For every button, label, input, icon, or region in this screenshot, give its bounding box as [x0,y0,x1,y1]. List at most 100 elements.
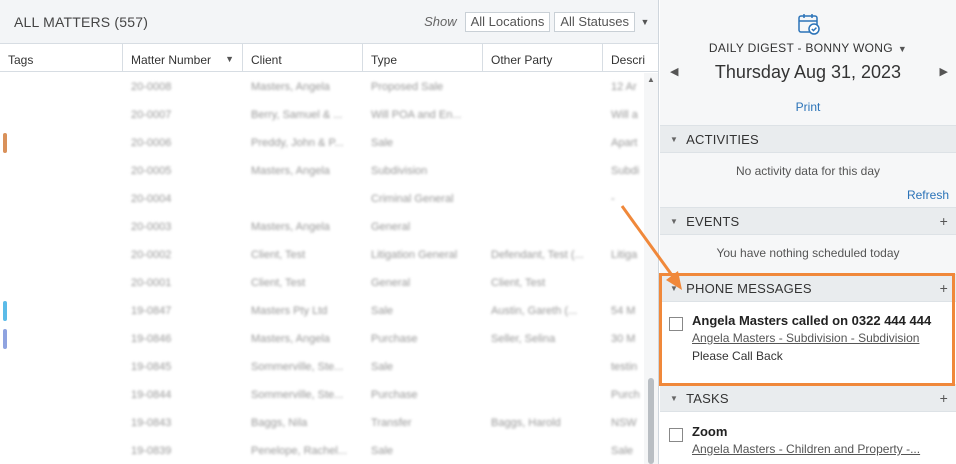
next-day-icon[interactable]: ▶ [940,65,948,78]
add-task-icon[interactable]: + [940,390,948,406]
calendar-check-icon [798,14,820,35]
location-filter[interactable]: All Locations [464,11,551,32]
type-cell: Litigation General [371,249,458,261]
add-phone-message-icon[interactable]: + [940,280,948,296]
table-row[interactable]: 20-0002 Client, Test Litigation General Def… [0,241,645,269]
column-other-party[interactable]: Other Party [483,44,603,72]
matter-number-cell: 20-0001 [131,277,172,289]
phone-message-checkbox[interactable] [669,317,683,331]
collapse-icon[interactable]: ▼ [670,135,678,144]
table-row[interactable]: 19-0847 Masters Pty Ltd Sale Austin, Gareth… [0,297,645,325]
table-row[interactable]: 20-0006 Preddy, John & P... Sale Apart [0,129,645,157]
task-checkbox[interactable] [669,428,683,442]
client-cell: Masters, Angela [251,333,330,345]
collapse-icon[interactable]: ▼ [670,217,678,226]
digest-date: Thursday Aug 31, 2023 [714,62,902,82]
type-cell: Sale [371,361,394,373]
chevron-down-icon: ▼ [897,44,908,54]
column-description[interactable]: Descri [603,44,658,72]
matter-number-cell: 20-0004 [131,193,172,205]
column-label: Matter Number [131,53,212,67]
client-cell: Client, Test [251,277,306,289]
column-type[interactable]: Type [363,44,483,72]
type-cell: General [371,277,411,289]
tag-color-marker [3,329,7,349]
client-cell: Sommerville, Ste... [251,361,344,373]
table-row[interactable]: 20-0008 Masters, Angela Proposed Sale 12 Ar [0,73,645,101]
matter-number-cell: 19-0846 [131,333,172,345]
empty-message: You have nothing scheduled today [716,246,900,260]
matter-link[interactable]: Angela Masters - Children and Property -… [692,442,920,456]
client-cell: Preddy, John & P... [251,137,344,149]
activities-header[interactable]: ▼ ACTIVITIES [660,125,956,153]
digest-user-selector[interactable]: DAILY DIGEST - BONNY WONG ▼ [660,41,956,55]
other-party-cell: Austin, Gareth (... [491,305,578,317]
description-cell: Apart [611,137,638,149]
activities-section: ▼ ACTIVITIES No activity data for this d… [660,125,956,207]
collapse-icon[interactable]: ▼ [670,394,678,403]
show-label: Show [424,14,457,29]
tasks-header[interactable]: ▼ TASKS + [660,384,956,412]
column-label: Other Party [491,53,553,67]
matter-number-cell: 19-0845 [131,361,172,373]
collapse-icon[interactable]: ▼ [670,284,678,293]
daily-digest-panel: DAILY DIGEST - BONNY WONG ▼ ◀ Thursday Au… [660,0,956,464]
matter-link[interactable]: Angela Masters - Subdivision - Subdivisi… [692,331,931,345]
client-cell: Masters Pty Ltd [251,305,328,317]
client-cell: Masters, Angela [251,221,330,233]
table-row[interactable]: 20-0001 Client, Test General Client, Test [0,269,645,297]
events-body: You have nothing scheduled today [660,235,956,273]
tag-color-marker [3,133,7,153]
column-matter-number[interactable]: Matter Number ▼ [123,44,243,72]
add-event-icon[interactable]: + [940,213,948,229]
table-row[interactable]: 19-0839 Penelope, Rachel... Sale Sale [0,437,645,464]
list-item: Angela Masters called on 0322 444 444 An… [660,302,956,363]
digest-title: DAILY DIGEST - BONNY WONG [708,41,893,55]
matter-number-cell: 19-0843 [131,417,172,429]
phone-message-title: Angela Masters called on 0322 444 444 [692,313,932,328]
column-label: Type [371,53,398,67]
phone-message-note: Please Call Back [692,349,783,363]
description-cell: Litiga [611,249,638,261]
phone-messages-header[interactable]: ▼ PHONE MESSAGES + [660,274,956,302]
section-label: PHONE MESSAGES [686,280,812,296]
matter-number-cell: 20-0008 [131,81,172,93]
section-label: ACTIVITIES [686,131,759,147]
table-row[interactable]: 19-0843 Baggs, Nila Transfer Baggs, Harold N… [0,409,645,437]
client-cell: Berry, Samuel & ... [251,109,343,121]
type-cell: Proposed Sale [371,81,444,93]
client-cell: Penelope, Rachel... [251,445,348,457]
toolbar-dropdown-icon[interactable]: ▼ [638,17,652,27]
table-row[interactable]: 20-0004 Criminal General - [0,185,645,213]
table-row[interactable]: 20-0003 Masters, Angela General [0,213,645,241]
type-cell: Sale [371,305,394,317]
type-cell: Sale [371,137,394,149]
client-cell: Masters, Angela [251,165,330,177]
column-tags[interactable]: Tags [0,44,123,72]
scroll-up-icon[interactable]: ▲ [647,75,655,84]
tasks-section: ▼ TASKS + Zoom Angela Masters - Children… [660,384,956,464]
table-row[interactable]: 20-0005 Masters, Angela Subdivision Subdi [0,157,645,185]
column-client[interactable]: Client [243,44,363,72]
type-cell: Transfer [371,417,412,429]
other-party-cell: Defendant, Test (... [491,249,584,261]
other-party-cell: Baggs, Harold [491,417,561,429]
table-row[interactable]: 19-0844 Sommerville, Ste... Purchase Purch [0,381,645,409]
table-row[interactable]: 19-0845 Sommerville, Ste... Sale testin [0,353,645,381]
list-item: Zoom Angela Masters - Children and Prope… [660,412,956,456]
table-row[interactable]: 19-0846 Masters, Angela Purchase Seller, Se… [0,325,645,353]
description-cell: Subdi [611,165,640,177]
section-label: EVENTS [686,213,740,229]
matter-number-cell: 20-0005 [131,165,172,177]
vertical-scrollbar[interactable]: ▲ [644,73,658,464]
refresh-link[interactable]: Refresh [907,188,949,202]
scrollbar-thumb[interactable] [648,378,654,464]
description-cell: testin [611,361,638,373]
events-section: ▼ EVENTS + You have nothing scheduled to… [660,207,956,273]
table-row[interactable]: 20-0007 Berry, Samuel & ... Will POA and E… [0,101,645,129]
task-title: Zoom [692,424,728,439]
column-label: Descri [611,53,646,67]
status-filter[interactable]: All Statuses [554,11,635,32]
events-header[interactable]: ▼ EVENTS + [660,207,956,235]
print-link[interactable]: Print [660,100,956,114]
